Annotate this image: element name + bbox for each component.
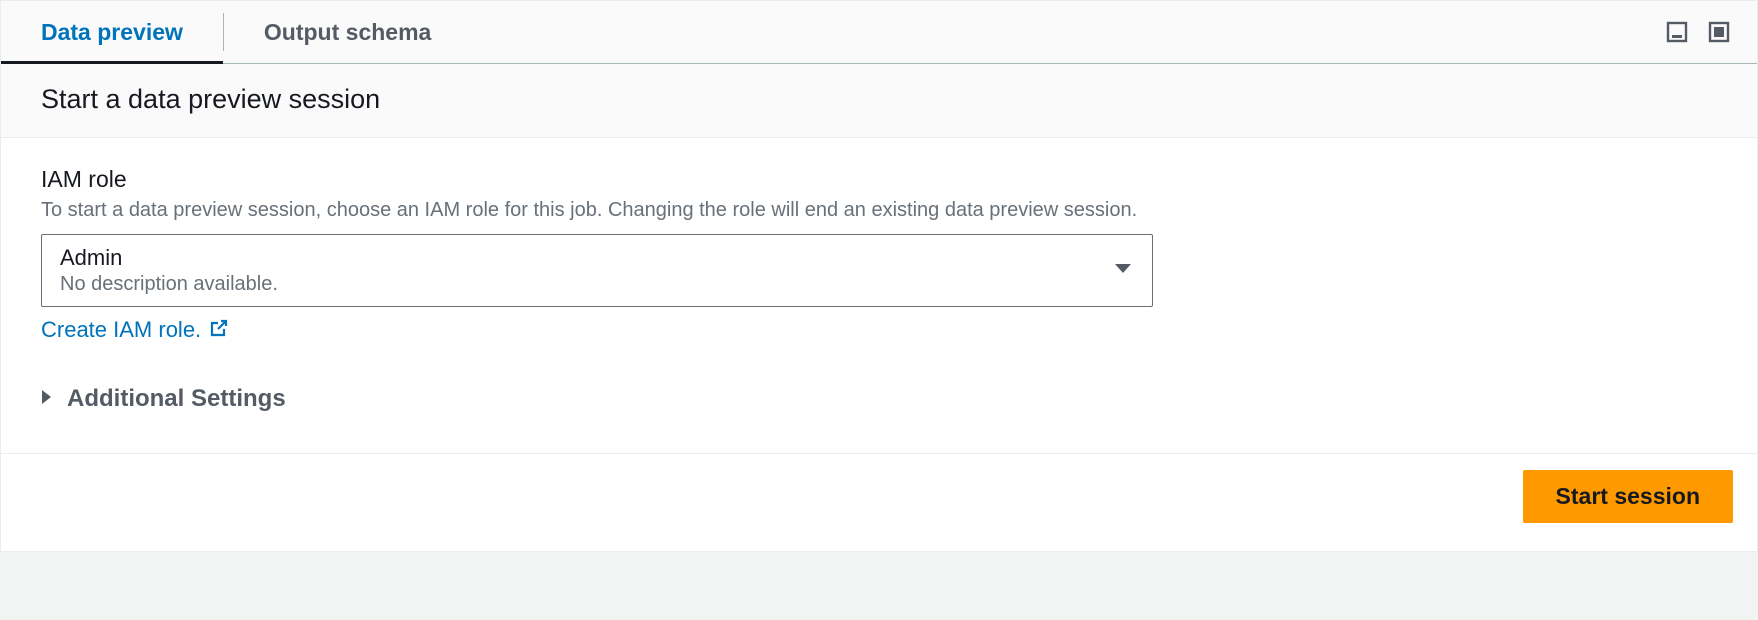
iam-role-selected-value: Admin: [60, 245, 1106, 271]
create-iam-role-row: Create IAM role.: [41, 317, 1717, 343]
caret-right-icon: [41, 389, 53, 410]
tabs-left: Data preview Output schema: [1, 1, 471, 63]
external-link-icon: [209, 318, 229, 343]
tabs-right-controls: [1663, 18, 1733, 46]
caret-down-icon: [1114, 262, 1132, 280]
tab-data-preview-label: Data preview: [41, 19, 183, 46]
start-session-button[interactable]: Start session: [1523, 470, 1733, 523]
tab-output-schema[interactable]: Output schema: [224, 1, 471, 63]
panel-container: Data preview Output schema Start a: [0, 0, 1758, 552]
panel-footer: Start session: [1, 453, 1757, 551]
iam-role-selected-subtext: No description available.: [60, 273, 1106, 296]
tab-output-schema-label: Output schema: [264, 19, 431, 46]
iam-role-select[interactable]: Admin No description available.: [41, 234, 1153, 307]
tabs-bar: Data preview Output schema: [1, 1, 1757, 64]
create-iam-role-link[interactable]: Create IAM role.: [41, 317, 201, 343]
collapse-panel-button[interactable]: [1663, 18, 1691, 46]
panel-title: Start a data preview session: [1, 64, 1757, 138]
tab-data-preview[interactable]: Data preview: [1, 1, 223, 63]
maximize-panel-icon: [1707, 20, 1731, 44]
iam-role-description: To start a data preview session, choose …: [41, 199, 1717, 222]
start-session-label: Start session: [1556, 483, 1700, 509]
additional-settings-expander[interactable]: Additional Settings: [41, 385, 1717, 413]
additional-settings-label: Additional Settings: [67, 385, 286, 413]
panel-content: IAM role To start a data preview session…: [1, 138, 1757, 453]
collapse-panel-icon: [1665, 20, 1689, 44]
iam-role-label: IAM role: [41, 166, 1717, 193]
maximize-panel-button[interactable]: [1705, 18, 1733, 46]
